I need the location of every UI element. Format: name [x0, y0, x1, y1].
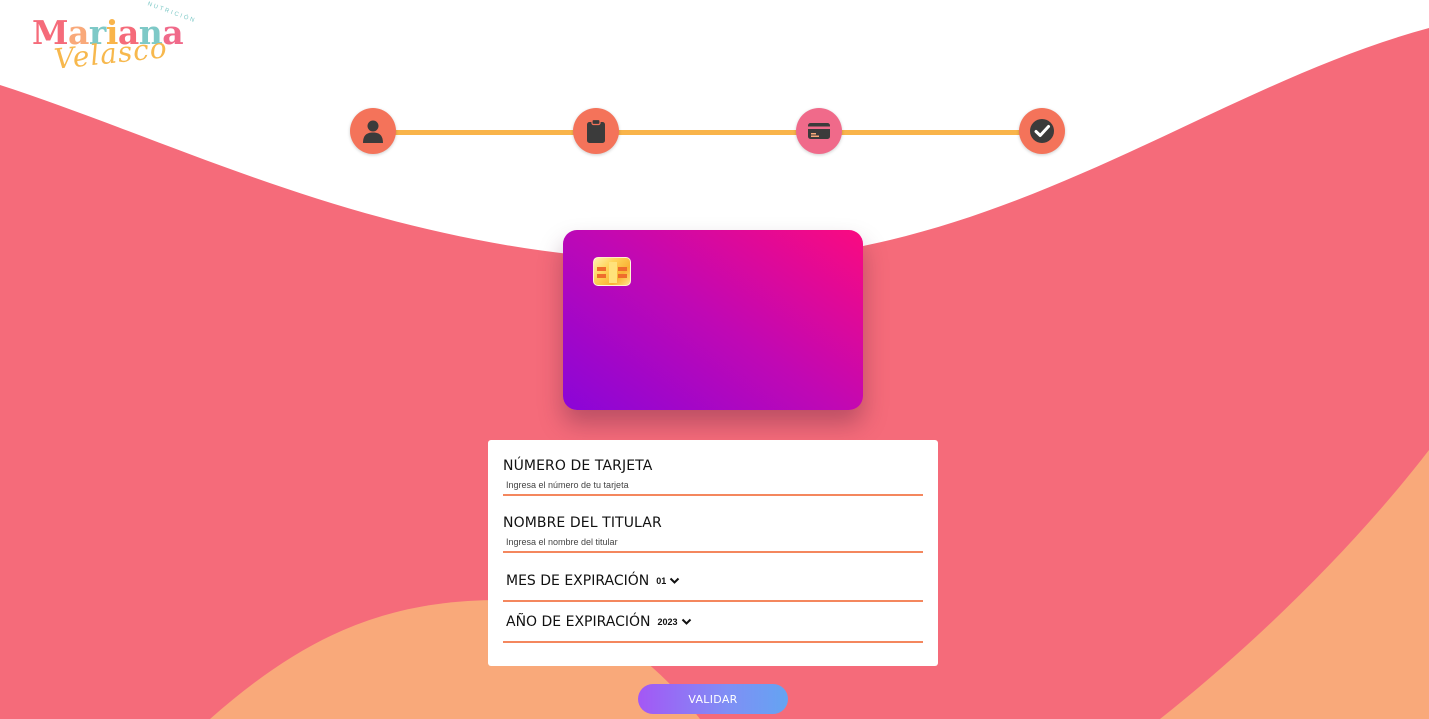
clipboard-icon: [587, 118, 605, 143]
card-number-label: NÚMERO DE TARJETA: [503, 458, 653, 474]
check-circle-icon: [1030, 119, 1054, 143]
brand-logo[interactable]: Mariana Velasco NUTRICIÓN: [28, 1, 197, 80]
validate-button[interactable]: VALIDAR: [638, 684, 788, 714]
card-number-field: NÚMERO DE TARJETA: [503, 458, 923, 496]
card-chip-icon: [593, 257, 631, 286]
step-payment[interactable]: [796, 108, 842, 154]
payment-form: NÚMERO DE TARJETA NOMBRE DEL TITULAR MES…: [488, 440, 938, 666]
exp-month-label: MES DE EXPIRACIÓN: [506, 573, 650, 589]
credit-card-preview: [563, 230, 863, 410]
exp-month-field: MES DE EXPIRACIÓN 01: [503, 562, 923, 602]
holder-name-label: NOMBRE DEL TITULAR: [503, 515, 662, 531]
chevron-down-icon: [670, 577, 680, 584]
credit-card-icon: [808, 123, 830, 139]
step-order[interactable]: [573, 108, 619, 154]
exp-year-field: AÑO DE EXPIRACIÓN 2023: [503, 603, 923, 643]
brand-logo-script: Velasco: [52, 31, 170, 76]
stepper-line: [373, 130, 1042, 135]
user-icon: [363, 120, 383, 143]
exp-year-label: AÑO DE EXPIRACIÓN: [506, 614, 651, 630]
exp-month-value: 01: [656, 576, 667, 586]
exp-year-select[interactable]: 2023: [658, 617, 692, 627]
holder-name-field: NOMBRE DEL TITULAR: [503, 515, 923, 553]
exp-month-select[interactable]: 01: [656, 576, 680, 586]
step-confirmation[interactable]: [1019, 108, 1065, 154]
checkout-stepper: [350, 108, 1065, 154]
chevron-down-icon: [681, 618, 691, 625]
card-number-input[interactable]: [503, 474, 923, 496]
holder-name-input[interactable]: [503, 531, 923, 553]
step-user[interactable]: [350, 108, 396, 154]
exp-year-value: 2023: [657, 617, 678, 627]
